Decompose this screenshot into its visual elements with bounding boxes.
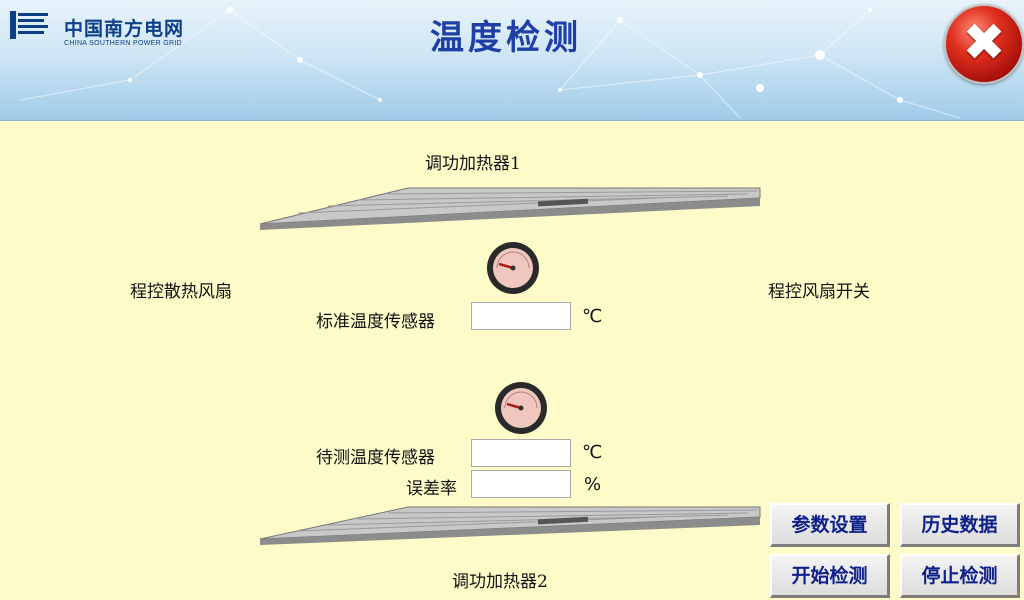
error-rate-unit: %	[584, 474, 602, 495]
standard-sensor-label: 标准温度传感器	[316, 312, 435, 332]
fan-switch-label: 程控风扇开关	[768, 282, 870, 302]
error-rate-label: 误差率	[406, 479, 457, 499]
stop-detection-button[interactable]: 停止检测	[900, 554, 1020, 598]
heater-2-label: 调功加热器2	[452, 572, 548, 592]
header-banner: 中国南方电网 CHINA SOUTHERN POWER GRID 温度检测	[0, 0, 1024, 121]
page-title: 温度检测	[430, 18, 582, 58]
close-icon: ✖	[962, 13, 1006, 73]
logo-english-text: CHINA SOUTHERN POWER GRID	[64, 40, 182, 47]
thermometer-gauge-icon	[495, 382, 547, 434]
test-temperature-unit: ℃	[582, 442, 603, 463]
test-temperature-field[interactable]	[471, 439, 571, 467]
standard-temperature-unit: ℃	[582, 306, 603, 327]
test-sensor-label: 待测温度传感器	[316, 448, 435, 468]
heater-1-label: 调功加热器1	[425, 154, 521, 174]
grid-logo-icon	[10, 11, 48, 39]
thermometer-gauge-icon	[487, 242, 539, 294]
history-data-button[interactable]: 历史数据	[900, 503, 1020, 547]
heater-2-plate	[259, 506, 761, 545]
heater-1-plate	[259, 187, 761, 230]
error-rate-field[interactable]	[471, 470, 571, 498]
fan-cooling-label: 程控散热风扇	[130, 282, 232, 302]
standard-temperature-field[interactable]	[471, 302, 571, 330]
logo-chinese-text: 中国南方电网	[64, 18, 185, 40]
company-logo: 中国南方电网 CHINA SOUTHERN POWER GRID	[8, 6, 208, 47]
parameter-settings-button[interactable]: 参数设置	[770, 503, 890, 547]
start-detection-button[interactable]: 开始检测	[770, 554, 890, 598]
close-button[interactable]: ✖	[944, 4, 1024, 84]
